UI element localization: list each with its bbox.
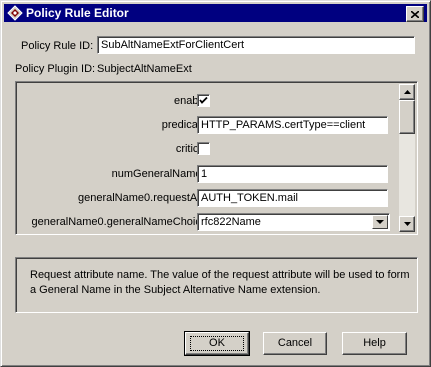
enable-checkbox[interactable] bbox=[197, 94, 210, 107]
scroll-down-button[interactable] bbox=[399, 216, 415, 232]
num-general-names-label: numGeneralNames bbox=[111, 168, 207, 180]
policy-rule-editor-dialog: Policy Rule Editor Policy Rule ID: SubAl… bbox=[0, 0, 431, 367]
chevron-down-icon bbox=[376, 219, 384, 224]
app-icon bbox=[7, 5, 23, 21]
predicate-input[interactable]: HTTP_PARAMS.certType==client bbox=[197, 116, 388, 134]
policy-rule-id-label: Policy Rule ID: bbox=[21, 40, 94, 52]
description-text: Request attribute name. The value of the… bbox=[30, 269, 410, 296]
arrow-up-icon bbox=[403, 90, 411, 94]
ok-button[interactable]: OK bbox=[184, 331, 250, 356]
description-panel: Request attribute name. The value of the… bbox=[15, 257, 418, 313]
help-label: Help bbox=[363, 337, 386, 349]
dropdown-button[interactable] bbox=[372, 215, 388, 229]
num-general-names-input[interactable]: 1 bbox=[197, 165, 388, 183]
help-button[interactable]: Help bbox=[342, 332, 407, 355]
properties-panel: enable predicate HTTP_PARAMS.certType==c… bbox=[15, 81, 418, 235]
scroll-up-button[interactable] bbox=[399, 84, 415, 100]
policy-rule-id-field[interactable]: SubAltNameExtForClientCert bbox=[97, 36, 415, 54]
close-icon bbox=[411, 10, 419, 18]
vertical-scrollbar[interactable] bbox=[399, 84, 415, 232]
cancel-button[interactable]: Cancel bbox=[263, 332, 327, 355]
cancel-label: Cancel bbox=[277, 337, 313, 349]
title-bar: Policy Rule Editor bbox=[4, 4, 427, 22]
close-button[interactable] bbox=[406, 6, 424, 22]
scrollbar-thumb[interactable] bbox=[399, 100, 415, 134]
request-attr-input[interactable]: AUTH_TOKEN.mail bbox=[197, 189, 388, 207]
properties-scroll-area: enable predicate HTTP_PARAMS.certType==c… bbox=[18, 84, 403, 232]
critical-checkbox[interactable] bbox=[197, 142, 210, 155]
general-name-choice-value: rfc822Name bbox=[201, 216, 261, 228]
general-name-choice-label: generalName0.generalNameChoice bbox=[31, 216, 208, 228]
policy-plugin-id-value: SubjectAltNameExt bbox=[97, 63, 192, 75]
focus-indicator bbox=[190, 336, 244, 351]
policy-plugin-id-label: Policy Plugin ID: bbox=[15, 63, 96, 75]
checkmark-icon bbox=[199, 96, 208, 104]
request-attr-label: generalName0.requestAttr bbox=[77, 192, 207, 204]
window-title: Policy Rule Editor bbox=[26, 6, 129, 20]
general-name-choice-select[interactable]: rfc822Name bbox=[197, 213, 390, 231]
arrow-down-icon bbox=[403, 222, 411, 226]
